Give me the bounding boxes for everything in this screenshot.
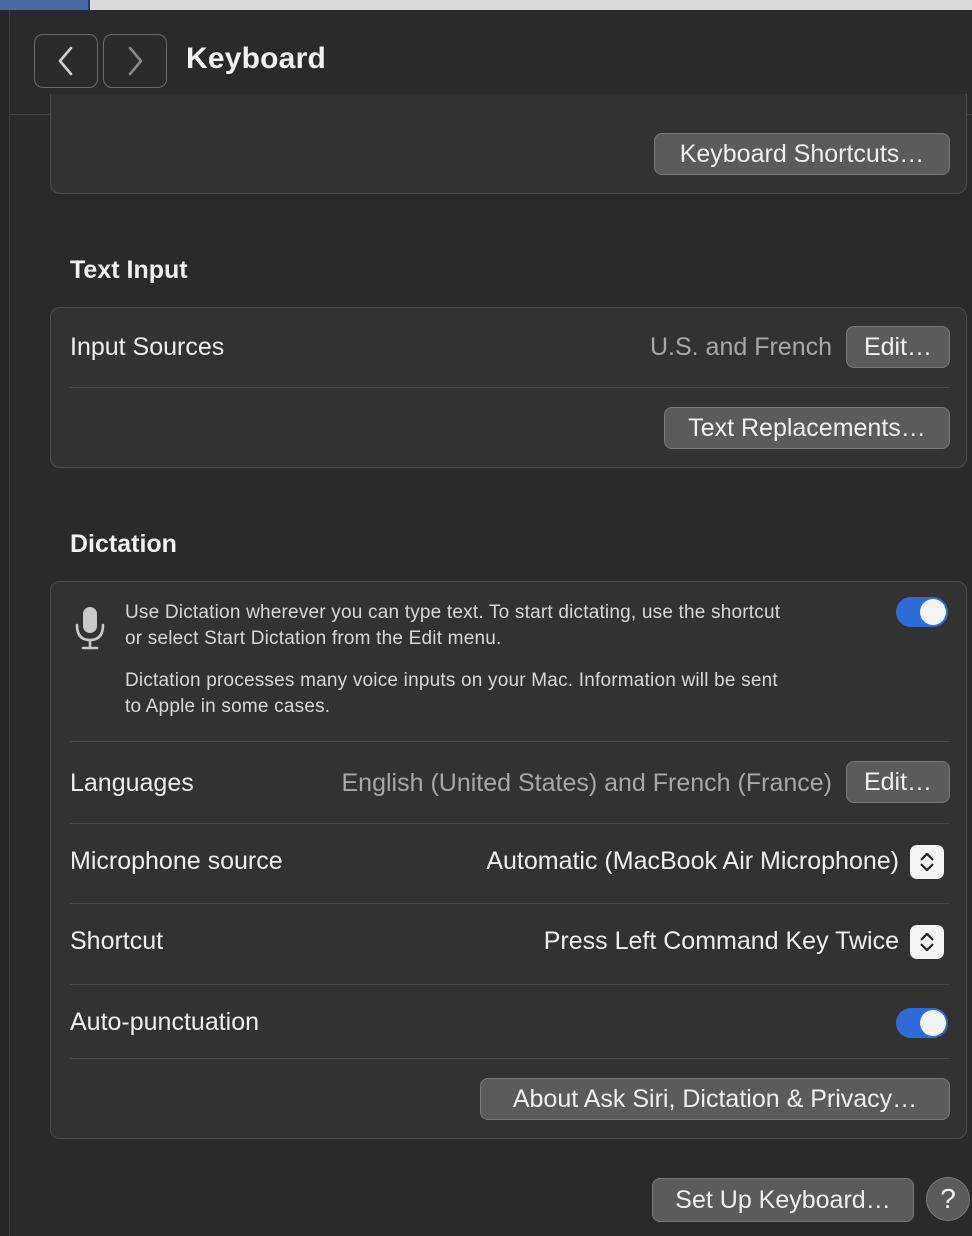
text-replacements-button[interactable]: Text Replacements…: [664, 407, 950, 449]
chevron-right-icon: [128, 46, 143, 76]
input-sources-label: Input Sources: [70, 333, 225, 361]
divider: [70, 387, 949, 388]
input-sources-value: U.S. and French: [649, 333, 832, 361]
microphone-source-popup[interactable]: [910, 845, 944, 879]
background-window-tab: [0, 0, 90, 10]
up-down-chevron-icon: [920, 852, 934, 872]
dictation-privacy-line: to Apple in some cases.: [125, 696, 331, 717]
help-button[interactable]: ?: [926, 1177, 970, 1221]
languages-edit-button[interactable]: Edit…: [846, 761, 950, 803]
dictation-toggle[interactable]: [896, 597, 948, 627]
dictation-description: Use Dictation wherever you can type text…: [125, 600, 780, 652]
shortcut-popup[interactable]: [910, 925, 944, 959]
chevron-left-icon: [58, 46, 73, 76]
text-input-panel: Input Sources U.S. and French Edit… Text…: [50, 307, 967, 468]
dictation-heading: Dictation: [70, 530, 177, 558]
keyboard-shortcuts-button[interactable]: Keyboard Shortcuts…: [654, 133, 950, 175]
toggle-knob: [920, 1010, 946, 1036]
dictation-description-line: or select Start Dictation from the Edit …: [125, 628, 502, 649]
microphone-source-label: Microphone source: [70, 847, 283, 875]
set-up-keyboard-button[interactable]: Set Up Keyboard…: [652, 1178, 914, 1222]
back-button[interactable]: [34, 34, 98, 88]
text-input-heading: Text Input: [70, 256, 188, 284]
shortcut-label: Shortcut: [70, 927, 164, 955]
keyboard-panel: Keyboard Shortcuts…: [50, 94, 967, 194]
up-down-chevron-icon: [920, 932, 934, 952]
toggle-knob: [920, 599, 946, 625]
auto-punctuation-toggle[interactable]: [896, 1008, 948, 1038]
auto-punctuation-label: Auto-punctuation: [70, 1008, 260, 1036]
divider: [70, 984, 949, 985]
divider: [70, 823, 949, 824]
input-sources-edit-button[interactable]: Edit…: [846, 326, 950, 368]
forward-button[interactable]: [103, 34, 167, 88]
microphone-source-value[interactable]: Automatic (MacBook Air Microphone): [486, 847, 899, 876]
sidebar-edge: [0, 10, 10, 1236]
background-window-strip: [0, 0, 972, 10]
languages-value: English (United States) and French (Fran…: [341, 769, 833, 797]
divider: [70, 1058, 949, 1059]
shortcut-value[interactable]: Press Left Command Key Twice: [544, 927, 899, 956]
dictation-panel: Use Dictation wherever you can type text…: [50, 581, 967, 1139]
siri-dictation-privacy-button[interactable]: About Ask Siri, Dictation & Privacy…: [480, 1078, 950, 1120]
dictation-description-line: Use Dictation wherever you can type text…: [125, 602, 781, 623]
settings-window: Keyboard Keyboard Shortcuts… Text Input …: [10, 10, 972, 1236]
microphone-icon: [75, 607, 105, 650]
page-title: Keyboard: [186, 42, 326, 75]
languages-label: Languages: [70, 769, 194, 797]
divider: [70, 741, 949, 742]
dictation-privacy-line: Dictation processes many voice inputs on…: [125, 670, 778, 691]
divider: [70, 903, 949, 904]
dictation-privacy-note: Dictation processes many voice inputs on…: [125, 668, 778, 720]
